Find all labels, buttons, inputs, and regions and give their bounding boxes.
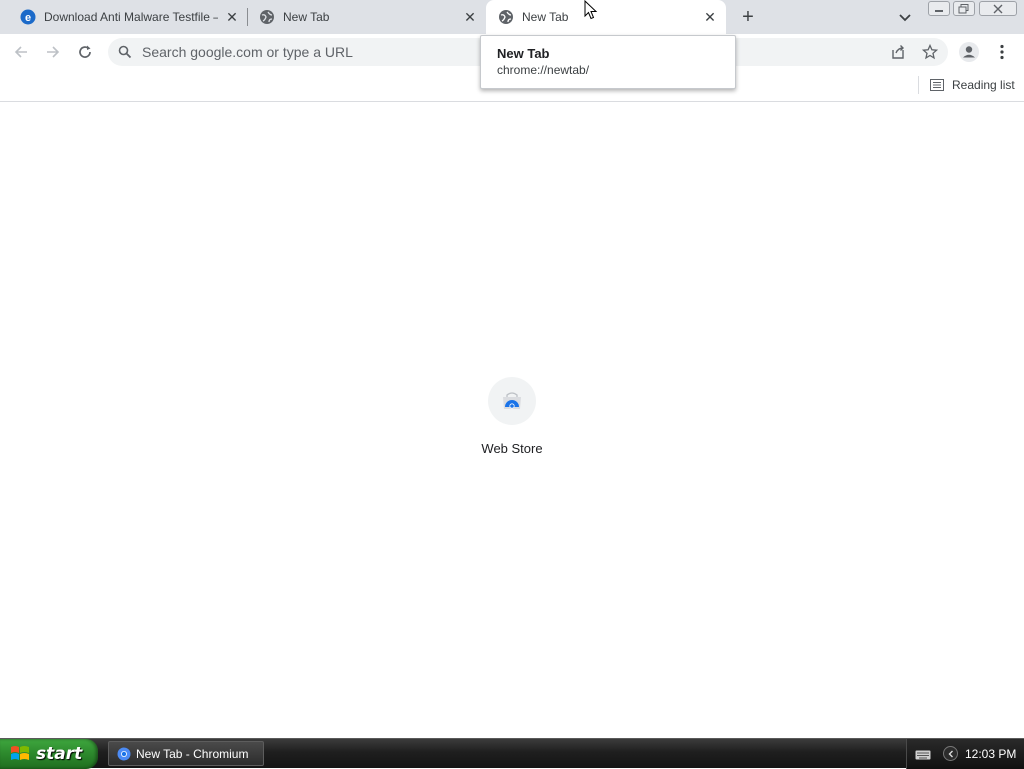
shortcut-tile — [488, 377, 536, 425]
reading-list-icon — [930, 79, 944, 91]
share-button[interactable] — [887, 41, 909, 63]
tab-title: New Tab — [283, 10, 330, 24]
globe-icon — [498, 9, 514, 25]
new-tab-button[interactable]: + — [738, 7, 758, 28]
reading-list-button[interactable]: Reading list — [926, 74, 1019, 96]
reload-icon — [79, 45, 91, 58]
tab-separator — [247, 8, 248, 26]
tab-strip: e Download Anti Malware Testfile – Ei ✕ … — [0, 0, 1024, 34]
chromium-icon — [117, 747, 131, 760]
restore-button[interactable] — [953, 1, 975, 16]
reading-list-label: Reading list — [952, 78, 1015, 92]
edge-icon: e — [20, 9, 36, 25]
close-icon[interactable]: ✕ — [462, 9, 478, 25]
shortcut-label: Web Store — [481, 441, 543, 456]
address-input[interactable] — [142, 42, 482, 62]
taskbar-item-label: New Tab - Chromium — [136, 746, 249, 761]
back-arrow-icon — [14, 46, 27, 58]
profile-icon — [959, 42, 979, 62]
bookmark-star-button[interactable] — [919, 41, 941, 63]
taskbar-clock: 12:03 PM — [965, 747, 1017, 761]
forward-button[interactable] — [42, 41, 64, 63]
tab-anti-malware[interactable]: e Download Anti Malware Testfile – Ei ✕ — [8, 0, 246, 34]
close-icon[interactable]: ✕ — [702, 9, 718, 25]
hover-card-url: chrome://newtab/ — [497, 63, 590, 77]
window-close-button[interactable] — [979, 1, 1017, 16]
taskbar-item-chromium[interactable]: New Tab - Chromium — [108, 741, 264, 766]
forward-arrow-icon — [47, 46, 60, 58]
tab-title: New Tab — [522, 10, 569, 24]
share-icon — [892, 45, 904, 59]
windows-logo-icon — [11, 746, 29, 760]
svg-text:e: e — [25, 12, 31, 24]
minimize-button[interactable] — [928, 1, 950, 16]
chevron-down-icon[interactable] — [896, 8, 914, 26]
new-tab-page: Web Store — [0, 103, 1024, 737]
tab-title: Download Anti Malware Testfile – Ei — [44, 10, 218, 24]
shortcut-web-store[interactable]: Web Store — [471, 375, 553, 461]
web-store-icon — [503, 392, 521, 409]
tab-hover-card: New Tab chrome://newtab/ — [480, 35, 736, 89]
start-button[interactable]: start — [0, 739, 98, 769]
mouse-cursor-icon — [584, 0, 598, 20]
reload-button[interactable] — [74, 41, 96, 63]
tab-new-tab[interactable]: New Tab ✕ — [250, 0, 486, 34]
kebab-menu-icon — [1000, 44, 1004, 60]
bookmarks-separator — [918, 76, 919, 94]
search-icon — [118, 45, 132, 59]
tab-new-tab-active[interactable]: New Tab ✕ — [486, 0, 726, 34]
back-button[interactable] — [10, 41, 32, 63]
menu-button[interactable] — [991, 41, 1013, 63]
globe-icon — [259, 9, 275, 25]
star-icon — [922, 44, 938, 60]
close-icon[interactable]: ✕ — [224, 9, 240, 25]
start-label: start — [36, 744, 83, 764]
profile-button[interactable] — [958, 41, 980, 63]
taskbar: start New Tab - Chromium 12:03 PM — [0, 738, 1024, 769]
hover-card-title: New Tab — [497, 46, 550, 61]
keyboard-icon[interactable] — [915, 748, 931, 760]
system-tray: 12:03 PM — [906, 739, 1024, 769]
chevron-left-icon[interactable] — [943, 746, 958, 761]
